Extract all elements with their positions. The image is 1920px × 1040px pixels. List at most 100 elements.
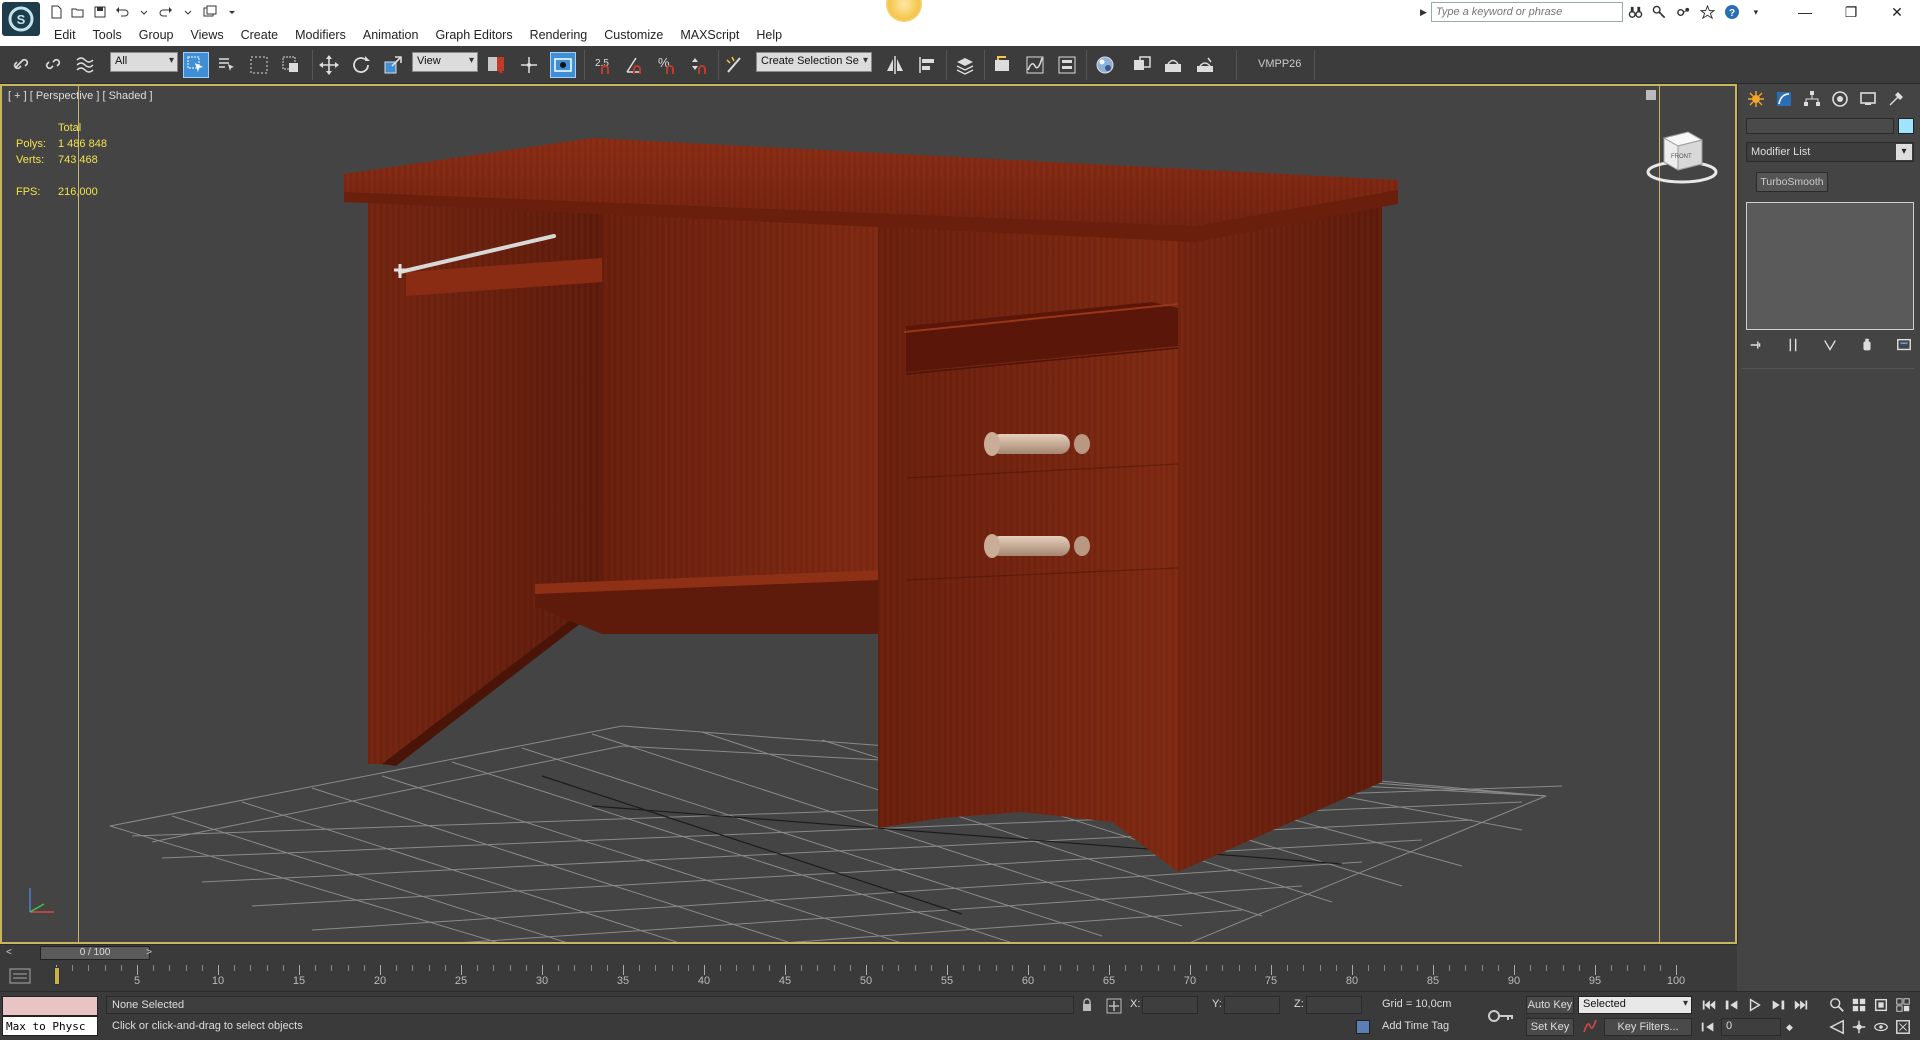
utilities-tab-icon[interactable] — [1884, 88, 1908, 110]
zoom-extents-all-icon[interactable] — [1894, 996, 1912, 1014]
schematic-view-icon[interactable] — [1054, 52, 1080, 78]
layer-manager-icon[interactable] — [952, 52, 978, 78]
select-manipulate-icon[interactable] — [483, 52, 509, 78]
zoom-extents-icon[interactable] — [1872, 996, 1890, 1014]
pivot-center-icon[interactable] — [516, 52, 542, 78]
menu-help[interactable]: Help — [756, 28, 795, 42]
menu-create[interactable]: Create — [241, 28, 292, 42]
display-tab-icon[interactable] — [1856, 88, 1880, 110]
menu-modifiers[interactable]: Modifiers — [295, 28, 359, 42]
key-mode-toggle-icon[interactable] — [1700, 1019, 1716, 1035]
make-unique-icon[interactable] — [1820, 335, 1840, 355]
track-bar[interactable]: 5 10 15 20 25 30 35 40 45 50 55 60 65 70 75 80 85 90 95 100 — [0, 961, 1737, 991]
render-setup-icon[interactable] — [1128, 52, 1154, 78]
search-input[interactable] — [1430, 2, 1623, 22]
bind-space-warp-icon[interactable] — [72, 52, 98, 78]
time-cursor[interactable] — [54, 967, 60, 985]
rectangular-selection-icon[interactable] — [246, 52, 272, 78]
perspective-viewport[interactable]: [ + ] [ Perspective ] [ Shaded ] Total P… — [0, 84, 1737, 944]
z-coordinate-field[interactable] — [1306, 996, 1362, 1014]
time-tag-icon[interactable] — [1356, 1020, 1370, 1034]
set-key-button[interactable]: Set Key — [1526, 1018, 1574, 1036]
viewcube[interactable]: FRONT — [1642, 120, 1722, 190]
modifier-stack[interactable] — [1746, 202, 1914, 330]
connect-icon[interactable] — [1675, 3, 1693, 21]
play-icon[interactable] — [1746, 996, 1764, 1014]
key-filters-button[interactable]: Key Filters... — [1604, 1018, 1692, 1036]
zoom-icon[interactable] — [1828, 996, 1846, 1014]
show-end-result-icon[interactable] — [1783, 335, 1803, 355]
caret-right-icon[interactable]: ▶ — [1420, 7, 1427, 18]
time-slider-next-icon[interactable]: > — [142, 946, 156, 960]
move-icon[interactable] — [316, 52, 342, 78]
lock-icon[interactable] — [1080, 998, 1094, 1012]
next-frame-icon[interactable] — [1769, 996, 1787, 1014]
minimize-button[interactable]: — — [1782, 0, 1828, 24]
frame-spinner-icon[interactable]: ◆ — [1786, 1022, 1793, 1033]
select-and-manipulate-icon[interactable] — [550, 52, 576, 78]
vray-toolbar-label[interactable]: VMPP26 — [1258, 58, 1301, 70]
menu-edit[interactable]: Edit — [54, 28, 89, 42]
chevron-down-icon[interactable]: ▾ — [1747, 3, 1765, 21]
project-folder-icon[interactable] — [202, 4, 218, 20]
app-logo[interactable]: S — [2, 2, 40, 36]
modifier-list-dropdown[interactable]: Modifier List ▾ — [1746, 142, 1914, 162]
object-color-swatch[interactable] — [1898, 118, 1914, 134]
restore-button[interactable]: ❐ — [1828, 0, 1874, 24]
rendered-frame-window-icon[interactable] — [1160, 52, 1186, 78]
rotate-icon[interactable] — [348, 52, 374, 78]
chevron-down-icon[interactable] — [224, 4, 240, 20]
select-object-icon[interactable] — [183, 52, 209, 78]
menu-maxscript[interactable]: MAXScript — [680, 28, 752, 42]
undo-icon[interactable] — [114, 4, 130, 20]
modify-tab-icon[interactable] — [1772, 88, 1796, 110]
angle-snap-icon[interactable] — [622, 52, 648, 78]
frame-ruler[interactable]: 5 10 15 20 25 30 35 40 45 50 55 60 65 70 75 80 85 90 95 100 — [56, 961, 1696, 991]
new-file-icon[interactable] — [48, 4, 64, 20]
viewport-maximize-icon[interactable] — [1646, 90, 1656, 100]
maximize-viewport-icon[interactable] — [1894, 1018, 1912, 1036]
time-slider-thumb[interactable]: 0 / 100 — [40, 946, 150, 960]
menu-graph-editors[interactable]: Graph Editors — [435, 28, 525, 42]
menu-group[interactable]: Group — [139, 28, 187, 42]
key-selection-dropdown[interactable]: Selected — [1578, 996, 1692, 1014]
spinner-snap-icon[interactable] — [686, 52, 712, 78]
field-of-view-icon[interactable] — [1828, 1018, 1846, 1036]
snap-toggle-icon[interactable]: 2.5 — [590, 52, 616, 78]
go-to-start-icon[interactable] — [1700, 996, 1718, 1014]
time-slider[interactable]: < 0 / 100 > — [0, 944, 1737, 961]
open-file-icon[interactable] — [70, 4, 86, 20]
turbosmooth-button[interactable]: TurboSmooth — [1756, 172, 1828, 192]
viewport-label[interactable]: [ + ] [ Perspective ] [ Shaded ] — [8, 90, 153, 102]
curve-editor-icon[interactable] — [1022, 52, 1048, 78]
scene-explorer-icon[interactable] — [990, 52, 1016, 78]
star-icon[interactable] — [1699, 3, 1717, 21]
y-coordinate-field[interactable] — [1224, 996, 1280, 1014]
menu-views[interactable]: Views — [190, 28, 236, 42]
help-icon[interactable]: ? — [1723, 3, 1741, 21]
menu-animation[interactable]: Animation — [363, 28, 432, 42]
add-time-tag-button[interactable]: Add Time Tag — [1382, 1020, 1449, 1032]
previous-frame-icon[interactable] — [1723, 996, 1741, 1014]
maxscript-mini-listener[interactable]: Max to Physc — [2, 1016, 98, 1036]
current-frame-field[interactable]: 0 — [1721, 1018, 1781, 1036]
close-button[interactable]: ✕ — [1874, 0, 1920, 24]
create-tab-icon[interactable] — [1744, 88, 1768, 110]
named-selection-set-dropdown[interactable]: Create Selection Se — [756, 52, 872, 72]
render-production-icon[interactable] — [1192, 52, 1218, 78]
align-icon[interactable] — [914, 52, 940, 78]
zoom-all-icon[interactable] — [1850, 996, 1868, 1014]
menu-rendering[interactable]: Rendering — [530, 28, 601, 42]
unlink-icon[interactable] — [40, 52, 66, 78]
pan-icon[interactable] — [1850, 1018, 1868, 1036]
orbit-icon[interactable] — [1872, 1018, 1890, 1036]
menu-tools[interactable]: Tools — [93, 28, 135, 42]
menu-customize[interactable]: Customize — [604, 28, 676, 42]
object-name-field[interactable] — [1746, 118, 1894, 134]
chevron-down-icon[interactable] — [180, 4, 196, 20]
maxscript-listener-output[interactable] — [2, 996, 98, 1016]
default-tangent-icon[interactable] — [1582, 1018, 1598, 1034]
material-editor-icon[interactable] — [1092, 52, 1118, 78]
absolute-mode-icon[interactable] — [1106, 998, 1122, 1014]
motion-tab-icon[interactable] — [1828, 88, 1852, 110]
